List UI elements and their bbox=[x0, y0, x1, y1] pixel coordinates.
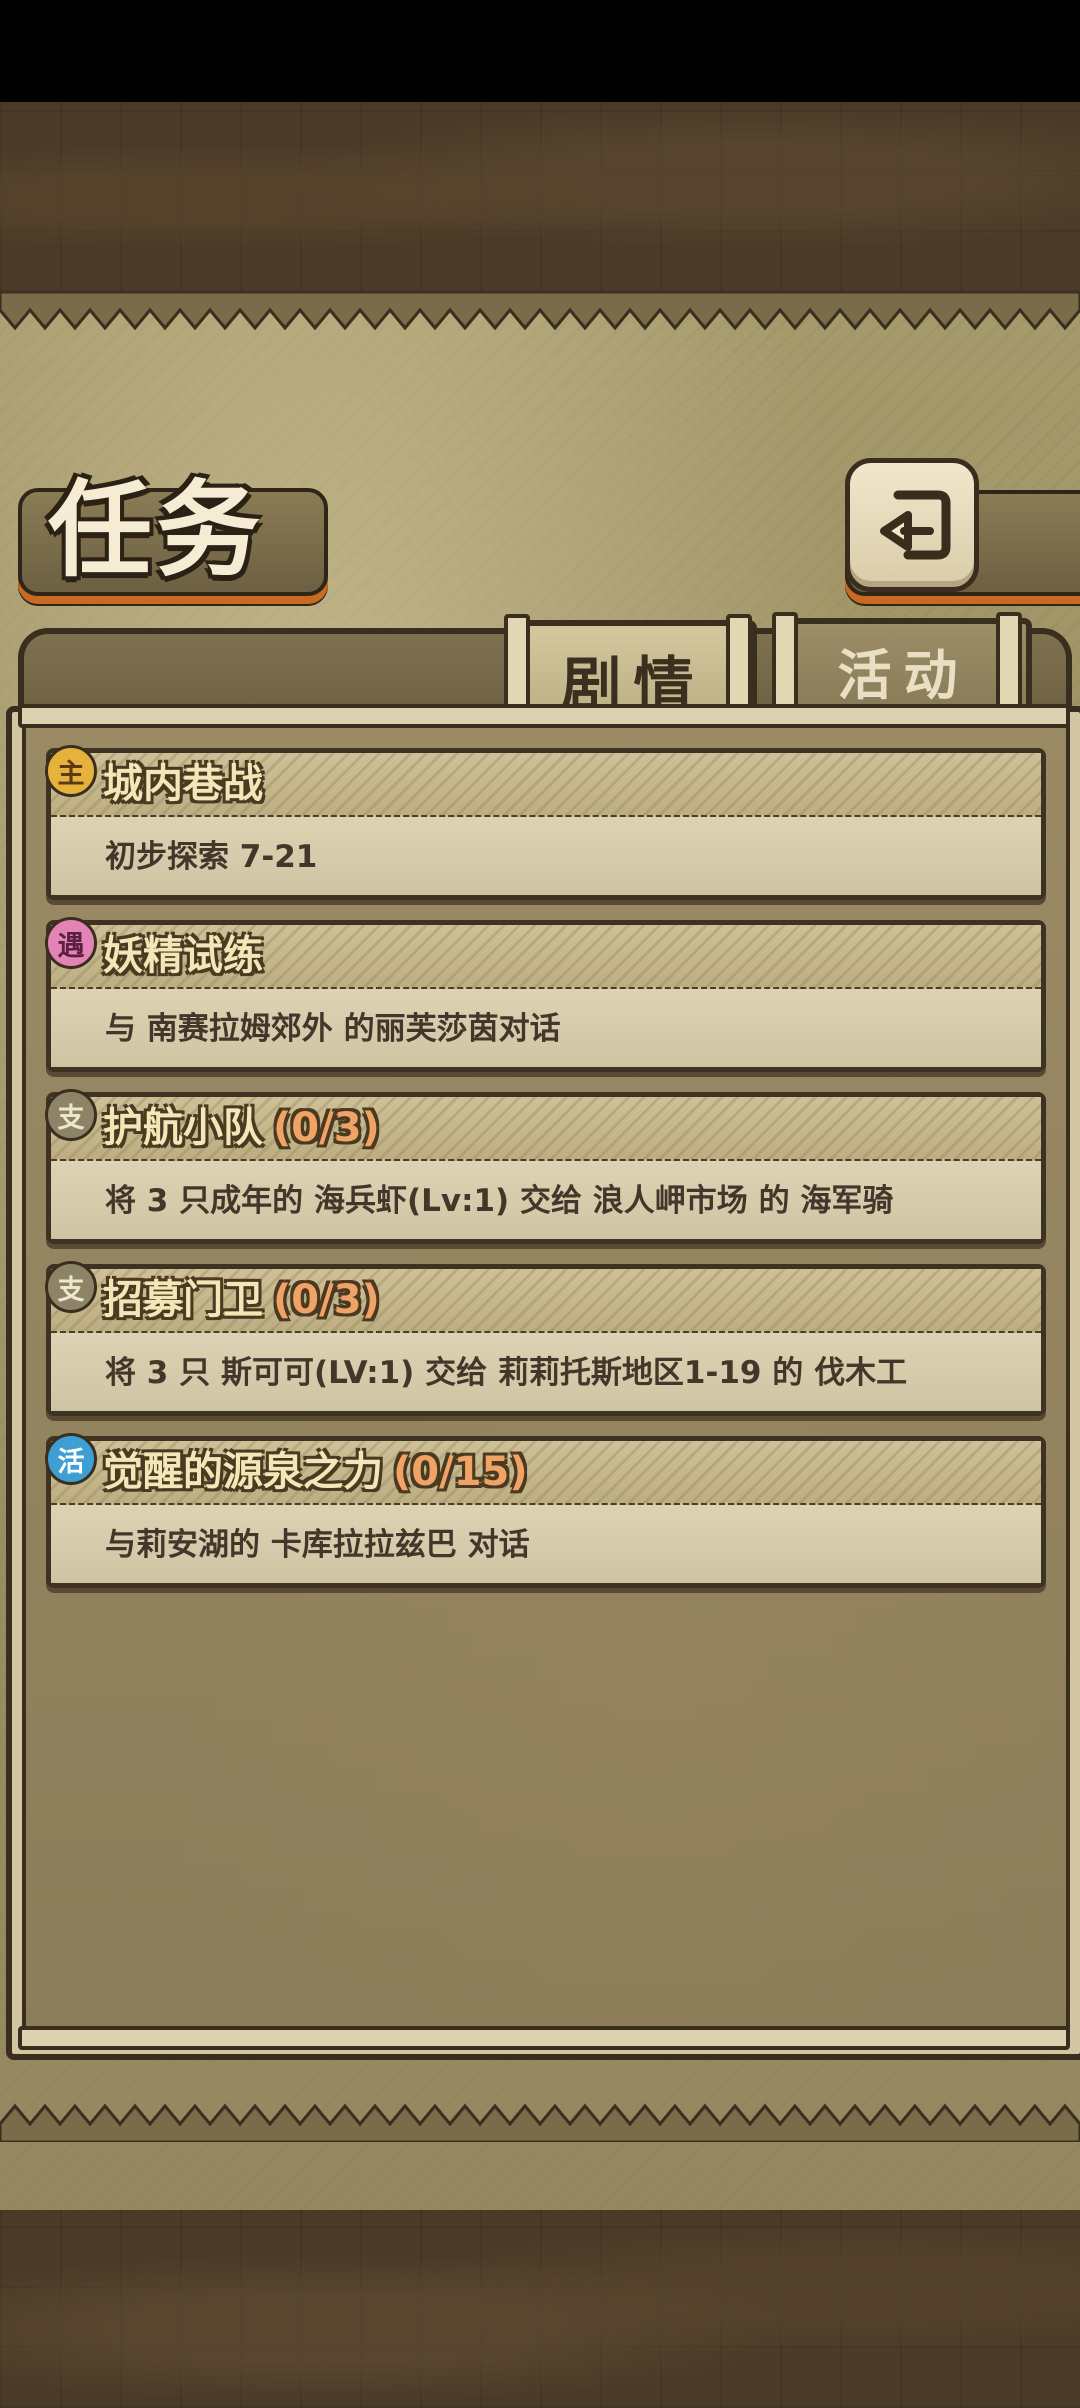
zigzag-border-bottom bbox=[0, 2103, 1080, 2142]
quest-title: 妖精试练 bbox=[103, 933, 263, 979]
world-map-background bbox=[0, 102, 1080, 292]
quest-progress: (0/15) bbox=[393, 1449, 528, 1495]
tab-post bbox=[772, 612, 798, 718]
quest-type-badge: 支 bbox=[45, 1089, 97, 1141]
quest-description: 将 3 只成年的 海兵虾(Lv:1) 交给 浪人岬市场 的 海军骑 bbox=[105, 1183, 894, 1219]
back-button[interactable] bbox=[845, 458, 979, 592]
quest-body: 与莉安湖的 卡库拉拉兹巴 对话 bbox=[51, 1505, 1041, 1583]
quest-body: 将 3 只成年的 海兵虾(Lv:1) 交给 浪人岬市场 的 海军骑 bbox=[51, 1161, 1041, 1239]
quest-description: 初步探索 7-21 bbox=[105, 839, 318, 875]
panel-rail-top bbox=[18, 704, 1070, 728]
quest-body: 将 3 只 斯可可(LV:1) 交给 莉莉托斯地区1-19 的 伐木工 bbox=[51, 1333, 1041, 1411]
panel-rail-bottom bbox=[18, 2026, 1070, 2050]
quest-body: 初步探索 7-21 bbox=[51, 817, 1041, 895]
quest-title: 招募门卫 (0/3) bbox=[103, 1277, 380, 1323]
tab-post bbox=[996, 612, 1022, 718]
quest-header: 妖精试练 bbox=[51, 925, 1041, 990]
quest-item[interactable]: 护航小队 (0/3) 将 3 只成年的 海兵虾(Lv:1) 交给 浪人岬市场 的 … bbox=[45, 1089, 1046, 1244]
quest-progress: (0/3) bbox=[273, 1105, 380, 1151]
quest-title: 觉醒的源泉之力 (0/15) bbox=[103, 1449, 528, 1495]
quest-item[interactable]: 妖精试练 与 南赛拉姆郊外 的丽芙莎茵对话 遇 bbox=[45, 917, 1046, 1072]
page-title: 任务 bbox=[48, 468, 265, 591]
quest-header: 护航小队 (0/3) bbox=[51, 1097, 1041, 1162]
quest-progress: (0/3) bbox=[273, 1277, 380, 1323]
quest-item[interactable]: 觉醒的源泉之力 (0/15) 与莉安湖的 卡库拉拉兹巴 对话 活 bbox=[45, 1433, 1046, 1588]
quest-type-badge: 主 bbox=[45, 745, 97, 797]
quest-description: 将 3 只 斯可可(LV:1) 交给 莉莉托斯地区1-19 的 伐木工 bbox=[105, 1355, 908, 1391]
zigzag-border-top bbox=[0, 292, 1080, 331]
quest-description: 与 南赛拉姆郊外 的丽芙莎茵对话 bbox=[105, 1011, 561, 1047]
quest-type-badge: 活 bbox=[45, 1433, 97, 1485]
return-arrow-icon bbox=[880, 490, 951, 560]
quest-type-badge: 支 bbox=[45, 1261, 97, 1313]
quest-header: 觉醒的源泉之力 (0/15) bbox=[51, 1441, 1041, 1506]
quest-header: 招募门卫 (0/3) bbox=[51, 1269, 1041, 1334]
quest-title: 城内巷战 bbox=[103, 761, 263, 807]
tab-event[interactable]: 活动 bbox=[775, 618, 1032, 716]
quest-item[interactable]: 城内巷战 初步探索 7-21 主 bbox=[45, 745, 1046, 900]
quest-header: 城内巷战 bbox=[51, 753, 1041, 818]
world-map-background-bottom bbox=[0, 2210, 1080, 2408]
quest-item[interactable]: 招募门卫 (0/3) 将 3 只 斯可可(LV:1) 交给 莉莉托斯地区1-19 … bbox=[45, 1261, 1046, 1416]
quest-title: 护航小队 (0/3) bbox=[103, 1105, 380, 1151]
quest-body: 与 南赛拉姆郊外 的丽芙莎茵对话 bbox=[51, 989, 1041, 1067]
status-bar bbox=[0, 0, 1080, 102]
quest-type-badge: 遇 bbox=[45, 917, 97, 969]
quest-description: 与莉安湖的 卡库拉拉兹巴 对话 bbox=[105, 1527, 530, 1563]
